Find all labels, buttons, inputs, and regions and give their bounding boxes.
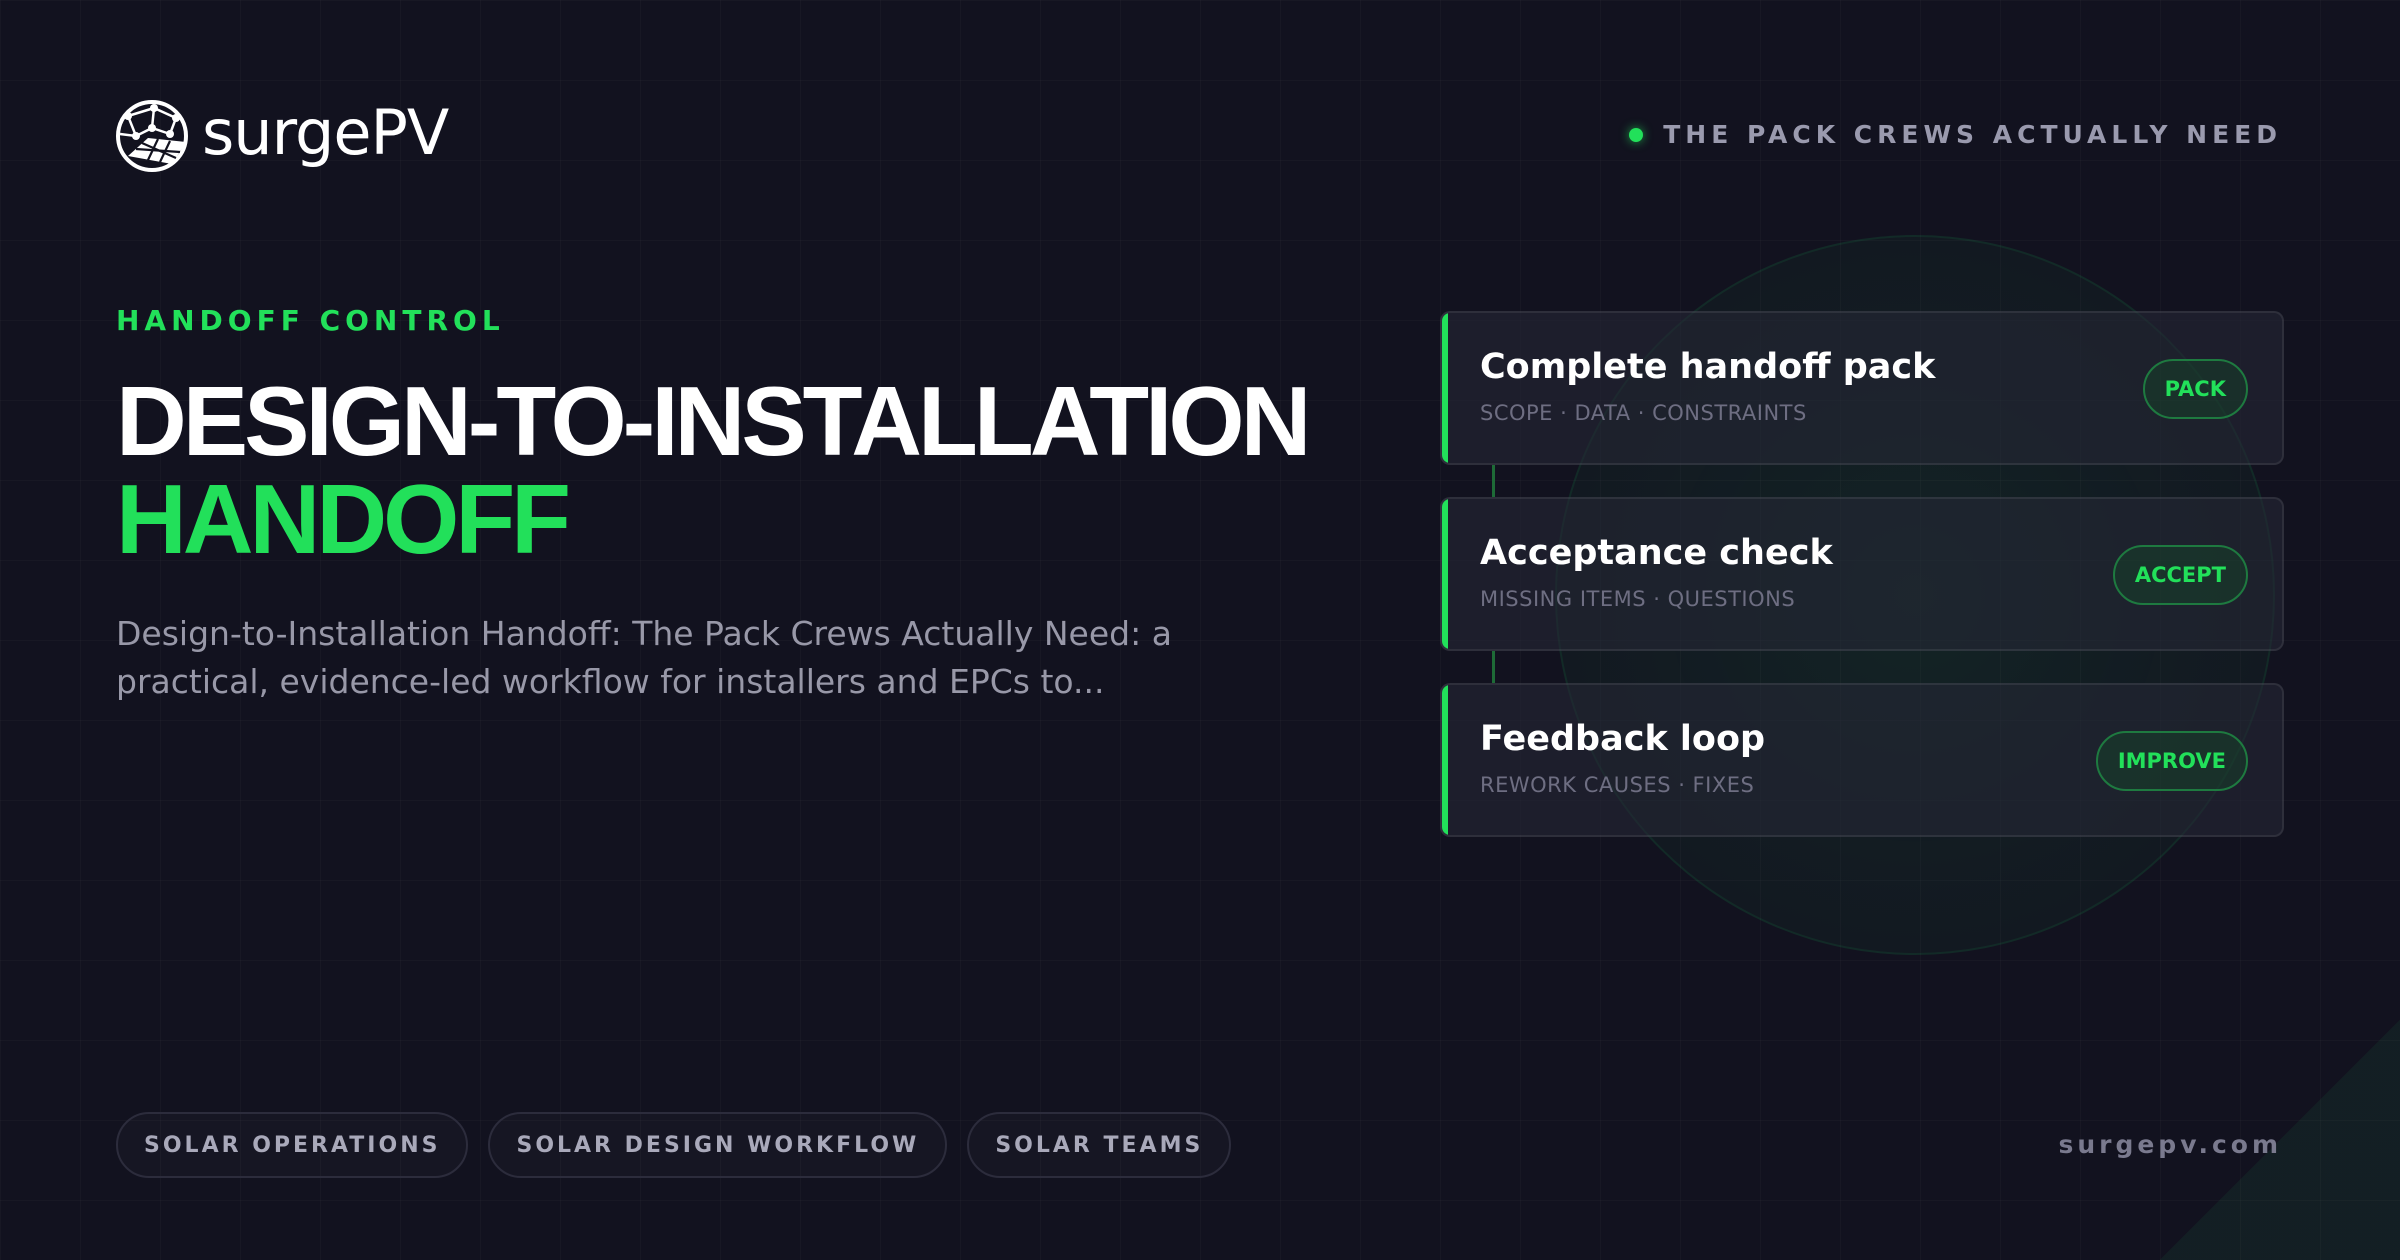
step-card-pack[interactable]: Complete handoff pack SCOPE · DATA · CON… [1440,311,2284,465]
tagline-text: THE PACK CREWS ACTUALLY NEED [1663,120,2282,149]
section-eyebrow: HANDOFF CONTROL [116,304,505,337]
step-badge: IMPROVE [2095,731,2248,791]
step-subtitle: SCOPE · DATA · CONSTRAINTS [1480,401,1807,425]
page-description: Design-to-Installation Handoff: The Pack… [116,614,1172,701]
step-badge: PACK [2142,359,2248,419]
tag-solar-teams[interactable]: SOLAR TEAMS [967,1112,1232,1178]
step-card-improve[interactable]: Feedback loop REWORK CAUSES · FIXES IMPR… [1440,683,2284,837]
title-line-1: DESIGN-TO-INSTALLATION [116,366,1311,476]
step-title: Complete handoff pack [1480,347,1936,387]
tag-solar-operations[interactable]: SOLAR OPERATIONS [116,1112,469,1178]
step-title: Feedback loop [1480,719,1766,759]
step-connector [1492,651,1495,683]
title-line-2: HANDOFF [116,464,571,574]
topic-tags: SOLAR OPERATIONS SOLAR DESIGN WORKFLOW S… [116,1112,1232,1178]
website-link[interactable]: surgepv.com [2058,1130,2282,1159]
step-connector [1492,465,1495,497]
step-subtitle: MISSING ITEMS · QUESTIONS [1480,587,1796,611]
globe-grid-icon [116,100,188,172]
page-title: DESIGN-TO-INSTALLATION HANDOFF [116,366,1311,574]
brand-name: surgePV [202,96,449,169]
step-card-accept[interactable]: Acceptance check MISSING ITEMS · QUESTIO… [1440,497,2284,651]
tag-solar-design-workflow[interactable]: SOLAR DESIGN WORKFLOW [488,1112,948,1178]
step-title: Acceptance check [1480,533,1833,573]
status-dot-icon [1629,127,1644,142]
brand-logo[interactable]: surgePV [114,96,449,174]
header-tagline: THE PACK CREWS ACTUALLY NEED [1629,120,2282,149]
step-badge: ACCEPT [2112,545,2248,605]
step-subtitle: REWORK CAUSES · FIXES [1480,773,1755,797]
